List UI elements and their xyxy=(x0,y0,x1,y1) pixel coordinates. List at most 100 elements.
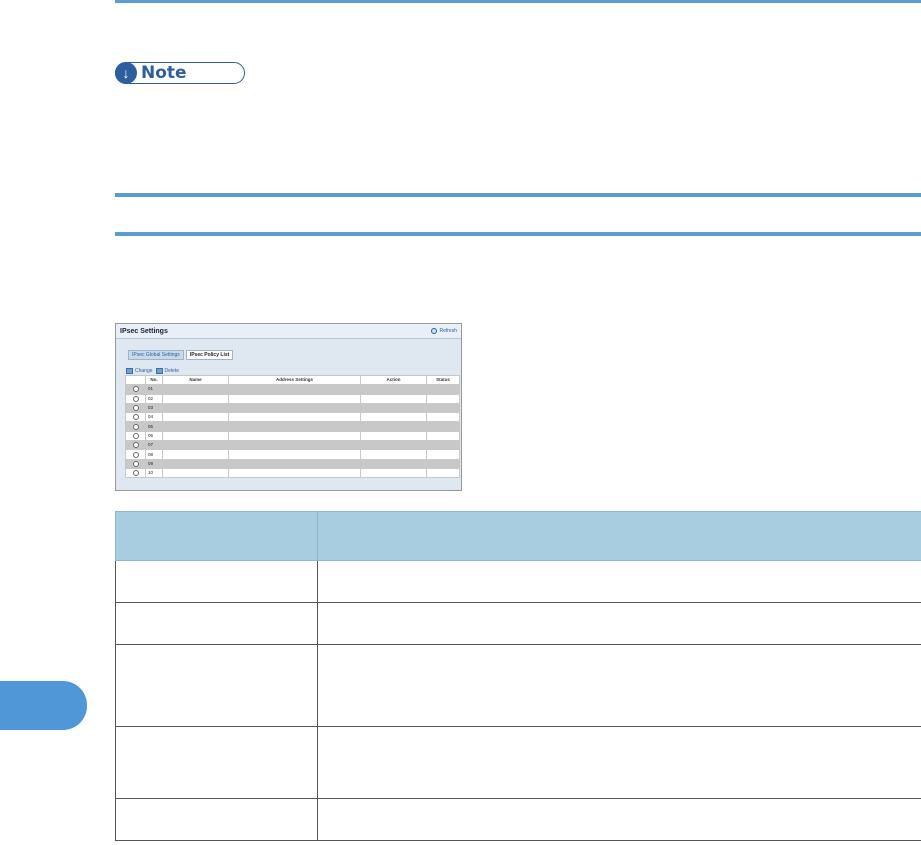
row-status xyxy=(426,384,460,395)
row-action xyxy=(360,402,427,414)
row-select[interactable] xyxy=(125,384,146,395)
row-action xyxy=(360,412,427,423)
column-header-status: Status xyxy=(426,374,460,386)
description-table xyxy=(115,511,921,841)
row-number: 05 xyxy=(145,421,163,432)
table-row xyxy=(115,798,921,841)
row-address xyxy=(228,393,361,404)
radio-button[interactable] xyxy=(132,405,139,412)
row-action xyxy=(360,449,427,460)
screenshot-toolbar: Change Delete xyxy=(126,368,461,374)
cell-description xyxy=(317,644,921,727)
column-header-no: No. xyxy=(145,374,163,386)
row-status xyxy=(426,440,460,451)
table-row[interactable]: 03 xyxy=(125,402,460,414)
policy-table-header: No. Name Address Settings Action Status xyxy=(125,374,460,386)
cell-item xyxy=(115,644,318,727)
row-select[interactable] xyxy=(125,393,146,404)
row-select[interactable] xyxy=(125,440,146,451)
delete-icon xyxy=(155,368,163,374)
row-action xyxy=(360,430,427,442)
row-action xyxy=(360,467,427,479)
change-icon xyxy=(126,368,133,374)
table-row[interactable]: 07 xyxy=(125,440,460,451)
row-name xyxy=(162,458,229,469)
radio-button[interactable] xyxy=(132,423,139,430)
refresh-button[interactable]: Refresh xyxy=(431,328,457,334)
screenshot-tabs: IPsec Global Settings IPsec Policy List xyxy=(128,350,461,360)
cell-description xyxy=(317,798,921,841)
radio-button[interactable] xyxy=(132,442,139,449)
row-status xyxy=(426,430,460,442)
row-address xyxy=(228,421,361,432)
radio-button[interactable] xyxy=(132,386,139,393)
radio-button[interactable] xyxy=(132,470,139,477)
radio-button[interactable] xyxy=(132,414,139,421)
row-select[interactable] xyxy=(125,458,146,469)
table-row[interactable]: 10 xyxy=(125,467,460,479)
top-rule xyxy=(115,0,921,3)
row-name xyxy=(162,384,229,395)
screenshot-header: IPsec Settings Refresh xyxy=(116,324,461,339)
radio-button[interactable] xyxy=(132,460,139,467)
row-name xyxy=(162,449,229,460)
row-name xyxy=(162,412,229,423)
row-number: 10 xyxy=(145,467,163,479)
row-number: 08 xyxy=(145,449,163,460)
row-number: 09 xyxy=(145,458,163,469)
cell-item xyxy=(115,798,318,841)
table-row[interactable]: 04 xyxy=(125,412,460,423)
row-action xyxy=(360,393,427,404)
row-status xyxy=(426,393,460,404)
row-select[interactable] xyxy=(125,449,146,460)
row-action xyxy=(360,440,427,451)
row-select[interactable] xyxy=(125,412,146,423)
row-address xyxy=(228,384,361,395)
radio-button[interactable] xyxy=(132,432,139,439)
cell-description xyxy=(317,726,921,799)
radio-button[interactable] xyxy=(132,395,139,402)
table-row[interactable]: 09 xyxy=(125,458,460,469)
row-number: 01 xyxy=(145,384,163,395)
radio-button[interactable] xyxy=(132,451,139,458)
row-select[interactable] xyxy=(125,430,146,442)
row-status xyxy=(426,402,460,414)
row-address xyxy=(228,458,361,469)
row-status xyxy=(426,467,460,479)
down-arrow-icon: ↓ xyxy=(115,62,137,84)
table-row xyxy=(115,602,921,645)
table-row[interactable]: 08 xyxy=(125,449,460,460)
delete-button[interactable]: Delete xyxy=(165,368,179,374)
row-number: 02 xyxy=(145,393,163,404)
table-row xyxy=(115,726,921,799)
table-row[interactable]: 06 xyxy=(125,430,460,442)
select-column-header xyxy=(125,374,146,386)
tab-ipsec-policy-list[interactable]: IPsec Policy List xyxy=(185,350,234,360)
tab-ipsec-global-settings[interactable]: IPsec Global Settings xyxy=(128,350,184,360)
chapter-tab xyxy=(0,681,87,730)
row-number: 03 xyxy=(145,402,163,414)
table-row xyxy=(115,560,921,603)
screenshot-title: IPsec Settings xyxy=(120,327,168,335)
row-select[interactable] xyxy=(125,421,146,432)
row-number: 06 xyxy=(145,430,163,442)
row-select[interactable] xyxy=(125,402,146,414)
cell-item xyxy=(115,726,318,799)
row-name xyxy=(162,421,229,432)
row-select[interactable] xyxy=(125,467,146,479)
table-row[interactable]: 05 xyxy=(125,421,460,432)
section-rule-bottom xyxy=(115,232,921,236)
row-address xyxy=(228,430,361,442)
policy-list-table: No. Name Address Settings Action Status … xyxy=(125,374,460,479)
row-number: 04 xyxy=(145,412,163,423)
note-label: Note xyxy=(141,63,187,83)
section-rule-top xyxy=(115,193,921,197)
row-name xyxy=(162,430,229,442)
change-button[interactable]: Change xyxy=(135,368,153,374)
row-address xyxy=(228,412,361,423)
row-action xyxy=(360,421,427,432)
table-row[interactable]: 02 xyxy=(125,393,460,404)
header-description xyxy=(317,511,921,561)
table-row[interactable]: 01 xyxy=(125,384,460,395)
table-row xyxy=(115,644,921,727)
